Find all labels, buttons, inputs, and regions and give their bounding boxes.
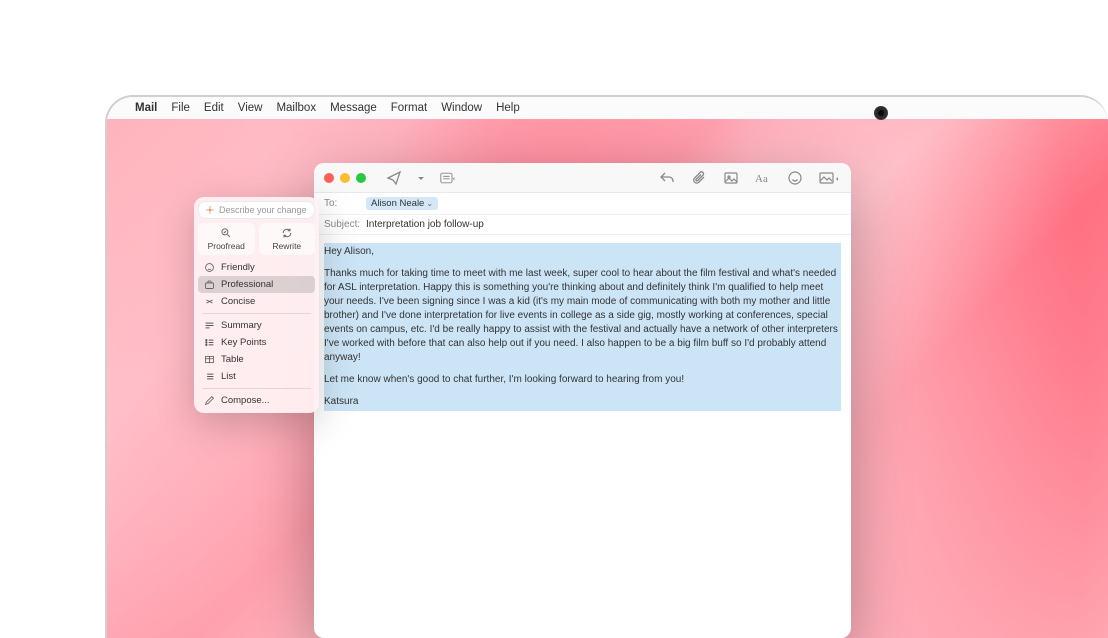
magnify-check-icon (220, 227, 232, 239)
list-header-button[interactable] (440, 170, 456, 186)
compose-item[interactable]: Compose... (198, 392, 315, 409)
keypoints-icon (204, 337, 215, 348)
table-icon (204, 354, 215, 365)
sparkle-icon (205, 205, 215, 215)
menu-view[interactable]: View (238, 102, 263, 114)
laptop-camera (874, 106, 888, 120)
tone-concise[interactable]: Concise (198, 293, 315, 310)
body-greeting: Hey Alison, (324, 245, 841, 259)
emoji-button[interactable] (787, 170, 803, 186)
compress-icon (204, 296, 215, 307)
media-dropdown-button[interactable] (819, 170, 841, 186)
proofread-label: Proofread (208, 241, 245, 251)
transform-summary-label: Summary (221, 320, 262, 331)
smile-icon (204, 262, 215, 273)
transform-keypoints[interactable]: Key Points (198, 334, 315, 351)
window-controls (324, 173, 366, 183)
separator (202, 313, 311, 314)
menu-window[interactable]: Window (441, 102, 482, 114)
writing-tools-panel: Describe your change Proofread Rewrite (194, 197, 319, 413)
to-field-row[interactable]: To: Alison Neale (314, 193, 851, 215)
subject-text: Interpretation job follow-up (366, 219, 484, 230)
desktop-wallpaper: Describe your change Proofread Rewrite (107, 119, 1108, 638)
body-signature: Katsura (324, 395, 841, 409)
menu-message[interactable]: Message (330, 102, 377, 114)
close-button[interactable] (324, 173, 334, 183)
tone-professional-label: Professional (221, 279, 273, 290)
rewrite-label: Rewrite (272, 241, 301, 251)
tone-friendly[interactable]: Friendly (198, 259, 315, 276)
photo-button[interactable] (723, 170, 739, 186)
menu-mailbox[interactable]: Mailbox (276, 102, 316, 114)
to-label: To: (324, 198, 366, 209)
separator (202, 388, 311, 389)
selected-text: Hey Alison, Thanks much for taking time … (324, 243, 841, 411)
proofread-button[interactable]: Proofread (198, 223, 255, 255)
app-menu-mail[interactable]: Mail (135, 102, 157, 114)
transform-list-label: List (221, 371, 236, 382)
compose-toolbar: Aa (314, 163, 851, 193)
tone-friendly-label: Friendly (221, 262, 255, 273)
menubar: Mail File Edit View Mailbox Message Form… (107, 97, 1108, 119)
rewrite-icon (281, 227, 293, 239)
maximize-button[interactable] (356, 173, 366, 183)
summary-icon (204, 320, 215, 331)
pencil-icon (204, 395, 215, 406)
subject-label: Subject: (324, 219, 366, 230)
rewrite-button[interactable]: Rewrite (259, 223, 316, 255)
menu-file[interactable]: File (171, 102, 190, 114)
svg-text:Aa: Aa (755, 173, 768, 185)
send-button[interactable] (386, 170, 402, 186)
compose-label: Compose... (221, 395, 270, 406)
subject-field-row[interactable]: Subject: Interpretation job follow-up (314, 215, 851, 234)
mail-compose-window: Aa To: Alison Neale (314, 163, 851, 638)
tone-professional[interactable]: Professional (198, 276, 315, 293)
transform-table[interactable]: Table (198, 351, 315, 368)
menu-edit[interactable]: Edit (204, 102, 224, 114)
body-para1: Thanks much for taking time to meet with… (324, 267, 841, 365)
briefcase-icon (204, 279, 215, 290)
mail-body[interactable]: Hey Alison, Thanks much for taking time … (314, 235, 851, 638)
laptop-screen: Mail File Edit View Mailbox Message Form… (105, 95, 1108, 638)
header-options-dropdown[interactable] (416, 170, 426, 186)
transform-list[interactable]: List (198, 368, 315, 385)
minimize-button[interactable] (340, 173, 350, 183)
format-button[interactable]: Aa (755, 170, 771, 186)
transform-summary[interactable]: Summary (198, 317, 315, 334)
tone-concise-label: Concise (221, 296, 255, 307)
mail-headers: To: Alison Neale Subject: Interpretation… (314, 193, 851, 235)
describe-change-placeholder: Describe your change (219, 205, 307, 215)
body-para2: Let me know when's good to chat further,… (324, 373, 841, 387)
reply-button[interactable] (659, 170, 675, 186)
recipient-pill[interactable]: Alison Neale (366, 197, 438, 210)
menu-help[interactable]: Help (496, 102, 520, 114)
list-icon (204, 371, 215, 382)
describe-change-input[interactable]: Describe your change (198, 201, 315, 219)
transform-keypoints-label: Key Points (221, 337, 266, 348)
menu-format[interactable]: Format (391, 102, 427, 114)
attach-button[interactable] (691, 170, 707, 186)
transform-table-label: Table (221, 354, 244, 365)
recipient-name: Alison Neale (371, 198, 424, 209)
